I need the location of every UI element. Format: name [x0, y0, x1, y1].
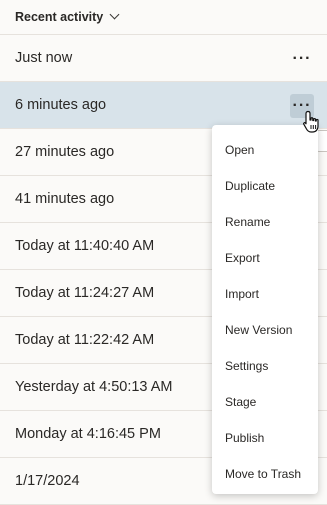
menu-item-publish[interactable]: Publish: [212, 420, 318, 456]
menu-item-new-version[interactable]: New Version: [212, 312, 318, 348]
activity-time: Today at 11:24:27 AM: [15, 285, 155, 301]
chevron-down-icon: [109, 9, 120, 19]
menu-item-open[interactable]: Open: [212, 132, 318, 168]
menu-item-stage[interactable]: Stage: [212, 384, 318, 420]
menu-item-settings[interactable]: Settings: [212, 348, 318, 384]
menu-item-export[interactable]: Export: [212, 240, 318, 276]
activity-time: 6 minutes ago: [15, 97, 107, 113]
menu-item-move-to-trash[interactable]: Move to Trash: [212, 456, 318, 492]
activity-time: Today at 11:40:40 AM: [15, 238, 155, 254]
activity-time: Yesterday at 4:50:13 AM: [15, 379, 173, 395]
activity-time: Today at 11:22:42 AM: [15, 332, 155, 348]
hand-pointer-cursor-icon: [303, 110, 319, 133]
actions-menu: Open Duplicate Rename Export Import New …: [212, 125, 318, 494]
menu-item-duplicate[interactable]: Duplicate: [212, 168, 318, 204]
activity-time: 27 minutes ago: [15, 144, 115, 160]
activity-time: Just now: [15, 50, 73, 66]
activity-time: Monday at 4:16:45 PM: [15, 426, 161, 442]
activity-time: 1/17/2024: [15, 473, 80, 489]
menu-item-import[interactable]: Import: [212, 276, 318, 312]
header-title: Recent activity: [15, 10, 104, 24]
more-actions-button[interactable]: ···: [290, 47, 314, 71]
activity-row-selected[interactable]: 6 minutes ago ···: [0, 82, 327, 129]
menu-item-rename[interactable]: Rename: [212, 204, 318, 240]
activity-time: 41 minutes ago: [15, 191, 115, 207]
activity-row[interactable]: Just now ···: [0, 35, 327, 82]
recent-activity-header[interactable]: Recent activity: [0, 0, 327, 35]
